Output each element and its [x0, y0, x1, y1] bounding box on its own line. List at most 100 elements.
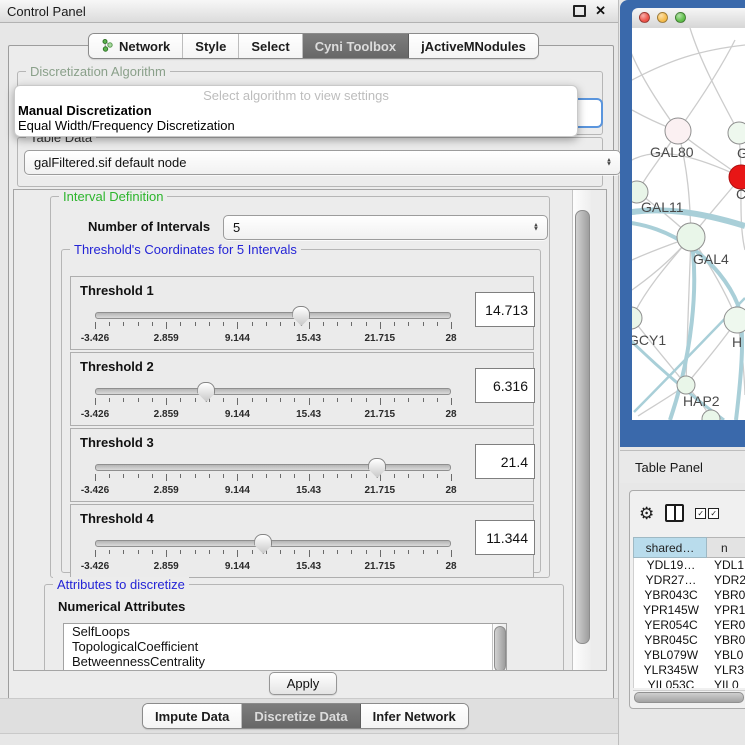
- minor-tick: [394, 398, 395, 402]
- threshold-slider[interactable]: -3.4262.8599.14415.4321.71528: [91, 383, 455, 423]
- network-edge[interactable]: [678, 40, 735, 131]
- combobox-arrows-icon: ▲▼: [533, 223, 539, 232]
- gear-icon[interactable]: ⚙: [639, 505, 654, 522]
- attribute-list-item[interactable]: BetweennessCentrality: [64, 654, 506, 669]
- numerical-attributes-list[interactable]: SelfLoopsTopologicalCoefficientBetweenne…: [63, 623, 507, 671]
- tab-style[interactable]: Style: [183, 34, 239, 58]
- network-node-node-top-right[interactable]: [728, 122, 745, 144]
- network-canvas[interactable]: GAL80GACGAL11GAL4GCY1HHAP2: [632, 28, 745, 420]
- slider-track[interactable]: [95, 464, 451, 471]
- tick-label: 15.43: [296, 409, 321, 420]
- cyni-toolbox-panel: Discretization Algorithm Select algorith…: [8, 45, 614, 700]
- scrollbar-thumb[interactable]: [634, 692, 744, 703]
- slider-knob[interactable]: [368, 458, 386, 478]
- slider-track[interactable]: [95, 540, 451, 547]
- group-title: Attributes to discretize: [53, 577, 189, 592]
- column-header-name[interactable]: n: [707, 537, 745, 558]
- tick-label: 28: [445, 409, 456, 420]
- node-label: GAL4: [693, 251, 729, 267]
- table-row[interactable]: YBR045CYBR0: [634, 633, 745, 648]
- tick-label: -3.426: [81, 561, 109, 572]
- network-node-node-bottom[interactable]: [702, 410, 720, 420]
- apply-button[interactable]: Apply: [269, 672, 337, 695]
- threshold-slider[interactable]: -3.4262.8599.14415.4321.71528: [91, 459, 455, 499]
- algorithm-option-equal-width[interactable]: Equal Width/Frequency Discretization: [15, 118, 577, 133]
- table-row[interactable]: YLR345WYLR3: [634, 663, 745, 678]
- table-body[interactable]: YDL19…YDL1YDR27…YDR2YBR043CYBR0YPR145WYP…: [633, 558, 745, 688]
- close-icon[interactable]: ✕: [595, 6, 606, 16]
- table-row[interactable]: YDL19…YDL1: [634, 558, 745, 573]
- tab-cyni-toolbox[interactable]: Cyni Toolbox: [303, 34, 409, 58]
- tab-select[interactable]: Select: [239, 34, 302, 58]
- table-row[interactable]: YDR27…YDR2: [634, 573, 745, 588]
- network-node-GCY1[interactable]: [632, 307, 642, 329]
- network-edge[interactable]: [632, 237, 691, 318]
- tab-discretize-data[interactable]: Discretize Data: [242, 704, 360, 728]
- minor-tick: [437, 322, 438, 326]
- attribute-list-item[interactable]: TopologicalCoefficient: [64, 639, 506, 654]
- network-window-titlebar[interactable]: [632, 8, 745, 29]
- tab-infer-network[interactable]: Infer Network: [361, 704, 468, 728]
- network-node-GAL80[interactable]: [665, 118, 691, 144]
- group-title: Discretization Algorithm: [26, 64, 170, 79]
- table-horizontal-scrollbar[interactable]: [633, 690, 745, 703]
- threshold-slider[interactable]: -3.4262.8599.14415.4321.71528: [91, 535, 455, 575]
- cell-shared-name: YER054C: [634, 618, 708, 633]
- table-row[interactable]: YPR145WYPR1: [634, 603, 745, 618]
- network-edge[interactable]: [632, 45, 745, 80]
- node-label: H: [732, 334, 742, 350]
- table-data-combobox[interactable]: galFiltered.sif default node ▲▼: [24, 150, 621, 175]
- algorithm-option-manual[interactable]: Manual Discretization: [15, 103, 577, 118]
- slider-track[interactable]: [95, 388, 451, 395]
- float-window-icon[interactable]: [573, 5, 586, 17]
- settings-scrollbar[interactable]: [572, 190, 591, 670]
- major-tick: [309, 398, 310, 405]
- top-tab-bar: Network Style Select Cyni Toolbox jActiv…: [88, 33, 539, 59]
- network-node-H-node[interactable]: [724, 307, 745, 333]
- threshold-value-field[interactable]: 11.344: [475, 520, 535, 555]
- column-header-shared-name[interactable]: shared…: [633, 537, 707, 558]
- threshold-label: Threshold 4: [80, 511, 154, 526]
- minor-tick: [351, 322, 352, 326]
- minimize-traffic-light[interactable]: [657, 12, 668, 23]
- threshold-value-field[interactable]: 6.316: [475, 368, 535, 403]
- close-traffic-light[interactable]: [639, 12, 650, 23]
- slider-knob[interactable]: [197, 382, 215, 402]
- major-tick: [166, 322, 167, 329]
- zoom-traffic-light[interactable]: [675, 12, 686, 23]
- tab-label: Infer Network: [373, 709, 456, 724]
- minor-tick: [195, 398, 196, 402]
- cell-name: YPR1: [708, 603, 745, 618]
- threshold-label: Threshold 3: [80, 435, 154, 450]
- tab-label: Impute Data: [155, 709, 229, 724]
- threshold-value-field[interactable]: 14.713: [475, 292, 535, 327]
- minor-tick: [294, 398, 295, 402]
- minor-tick: [266, 398, 267, 402]
- num-intervals-combobox[interactable]: 5 ▲▼: [223, 215, 548, 240]
- minor-tick: [366, 398, 367, 402]
- minor-tick: [337, 322, 338, 326]
- table-row[interactable]: YIL053CYIL0: [634, 678, 745, 688]
- list-scrollbar[interactable]: [492, 624, 506, 671]
- tick-label: 2.859: [154, 409, 179, 420]
- threshold-value-field[interactable]: 21.4: [475, 444, 535, 479]
- table-row[interactable]: YBL079WYBL0: [634, 648, 745, 663]
- slider-knob[interactable]: [254, 534, 272, 554]
- network-edge[interactable]: [690, 28, 739, 133]
- attribute-list-item[interactable]: SelfLoops: [64, 624, 506, 639]
- minor-tick: [109, 550, 110, 554]
- network-node-GAL4[interactable]: [677, 223, 705, 251]
- table-row[interactable]: YBR043CYBR0: [634, 588, 745, 603]
- threshold-slider[interactable]: -3.4262.8599.14415.4321.71528: [91, 307, 455, 347]
- split-view-icon[interactable]: [665, 504, 684, 522]
- scrollbar-thumb[interactable]: [575, 210, 590, 644]
- table-row[interactable]: YER054CYER0: [634, 618, 745, 633]
- cell-name: YBL0: [708, 648, 745, 663]
- tab-network[interactable]: Network: [89, 34, 183, 58]
- tab-jactivemnodules[interactable]: jActiveMNodules: [409, 34, 538, 58]
- tab-impute-data[interactable]: Impute Data: [143, 704, 242, 728]
- network-node-HAP2[interactable]: [677, 376, 695, 394]
- slider-track[interactable]: [95, 312, 451, 319]
- tick-label: 2.859: [154, 333, 179, 344]
- select-columns-icon[interactable]: ✓✓: [695, 508, 719, 519]
